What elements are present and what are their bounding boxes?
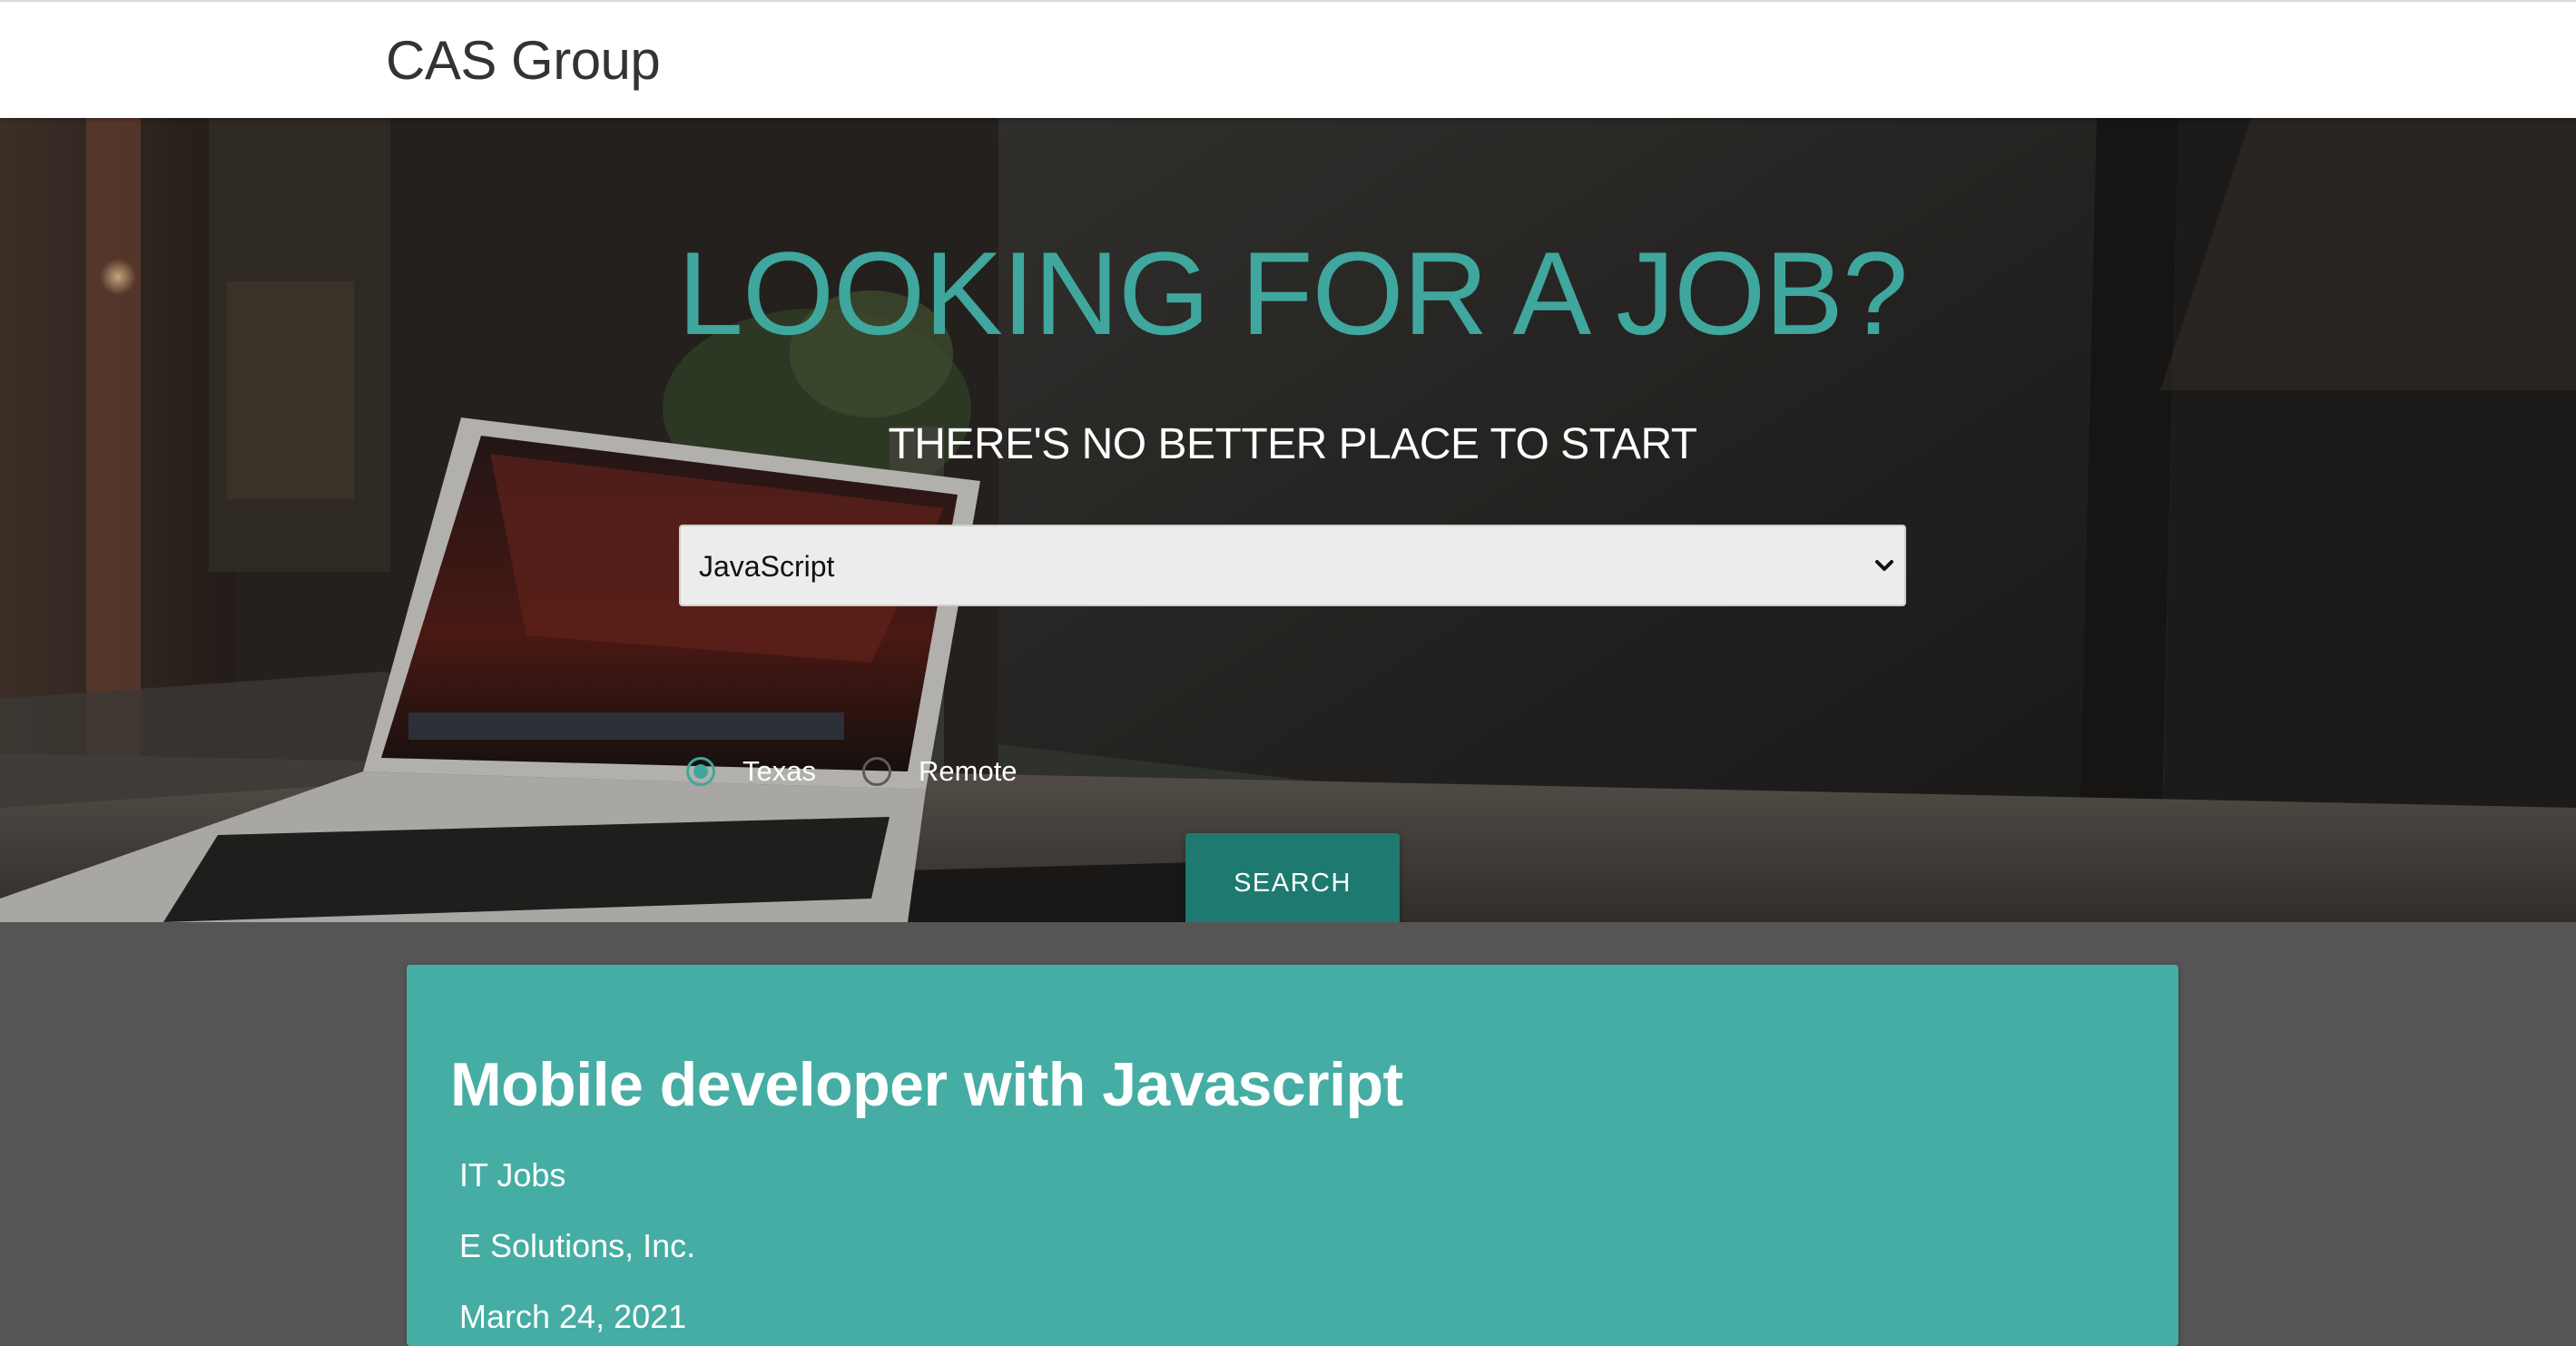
job-result-card[interactable]: Mobile developer with Javascript IT Jobs… bbox=[407, 965, 2178, 1346]
radio-texas-label[interactable]: Texas bbox=[742, 755, 816, 788]
brand-logo[interactable]: CAS Group bbox=[386, 29, 661, 93]
radio-remote[interactable]: Remote bbox=[862, 755, 1018, 788]
radio-remote-indicator[interactable] bbox=[862, 757, 891, 786]
job-title[interactable]: Mobile developer with Javascript bbox=[450, 1048, 1403, 1121]
radio-texas-indicator[interactable] bbox=[686, 757, 715, 786]
radio-remote-label[interactable]: Remote bbox=[919, 755, 1018, 788]
hero-subtitle: THERE'S NO BETTER PLACE TO START bbox=[888, 420, 1697, 468]
hero-title: LOOKING FOR A JOB? bbox=[677, 227, 1909, 359]
job-company: E Solutions, Inc. bbox=[459, 1227, 696, 1264]
skill-select[interactable]: JavaScript bbox=[679, 525, 1906, 606]
top-navbar: CAS Group bbox=[0, 0, 2576, 118]
radio-texas[interactable]: Texas bbox=[686, 755, 816, 788]
job-category: IT Jobs bbox=[459, 1156, 566, 1194]
job-date: March 24, 2021 bbox=[459, 1298, 687, 1335]
hero-section: OPEN bbox=[0, 118, 2576, 922]
chevron-down-icon bbox=[1875, 560, 1893, 571]
search-button[interactable]: SEARCH bbox=[1185, 833, 1400, 922]
skill-select-value: JavaScript bbox=[699, 550, 835, 583]
